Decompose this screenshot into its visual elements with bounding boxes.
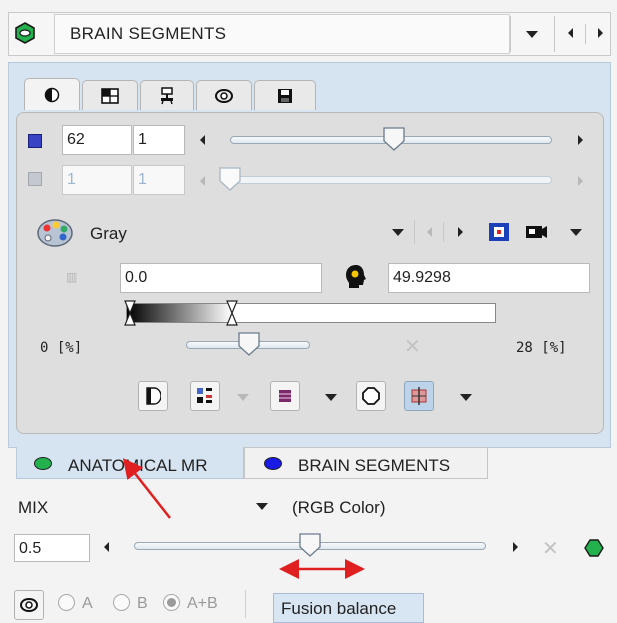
overlay-button[interactable] bbox=[270, 381, 300, 411]
grid-layout-button[interactable] bbox=[190, 381, 220, 411]
frame-step-field[interactable]: 1 bbox=[133, 165, 185, 195]
fusion-icon-button[interactable] bbox=[14, 590, 44, 620]
contrast-icon bbox=[44, 87, 60, 102]
radio-b[interactable] bbox=[113, 594, 130, 611]
green-hexagon-small-icon[interactable] bbox=[584, 539, 604, 557]
colorbar[interactable] bbox=[126, 303, 496, 323]
lower-threshold-icon: ▥ bbox=[66, 270, 77, 284]
reset-icon[interactable]: ✕ bbox=[404, 334, 421, 359]
fusion-mode-label[interactable]: MIX bbox=[18, 498, 48, 518]
max-percent-label: 28 [%] bbox=[516, 340, 567, 356]
contour-button[interactable] bbox=[356, 381, 386, 411]
frame-number-field[interactable]: 1 bbox=[62, 165, 132, 195]
layout-grid-icon bbox=[101, 87, 119, 104]
balance-reset-icon[interactable]: ✕ bbox=[542, 536, 559, 561]
min-percent-label: 0 [%] bbox=[40, 340, 83, 356]
overlay-icon bbox=[279, 390, 291, 402]
slice-number-field[interactable]: 62 bbox=[62, 125, 132, 155]
previous-arrow-icon[interactable] bbox=[568, 28, 573, 38]
colormap-next-icon[interactable] bbox=[458, 227, 463, 237]
next-arrow-icon[interactable] bbox=[598, 28, 603, 38]
radio-a-plus-b[interactable] bbox=[163, 594, 180, 611]
tab-layout[interactable] bbox=[82, 80, 138, 110]
slice-previous-arrow-icon[interactable] bbox=[200, 135, 205, 145]
radio-a-label: A bbox=[82, 595, 93, 612]
slice-slider-thumb[interactable] bbox=[383, 127, 405, 151]
fusion-color-label[interactable]: (RGB Color) bbox=[292, 498, 386, 518]
upper-threshold-field[interactable]: 49.9298 bbox=[388, 263, 590, 293]
dropdown-arrow-icon[interactable] bbox=[526, 31, 538, 38]
divider bbox=[245, 590, 246, 618]
radio-b-label: B bbox=[137, 595, 148, 612]
fusion-mode-dropdown-icon[interactable] bbox=[256, 503, 268, 510]
slice-icon bbox=[28, 134, 42, 148]
divider bbox=[554, 16, 555, 52]
camera-icon[interactable] bbox=[524, 222, 548, 242]
colormap-dropdown-icon[interactable] bbox=[392, 229, 404, 236]
tab-brain-segments-label: BRAIN SEGMENTS bbox=[298, 456, 451, 475]
divider bbox=[585, 24, 586, 44]
tools-icon bbox=[161, 86, 173, 104]
series-title: BRAIN SEGMENTS bbox=[70, 24, 227, 43]
fusion-icon bbox=[215, 88, 233, 103]
lower-threshold-field[interactable]: 0.0 bbox=[120, 263, 322, 293]
frame-next-arrow-icon[interactable] bbox=[578, 176, 583, 186]
display-mode-button[interactable] bbox=[138, 381, 168, 411]
octagon-icon bbox=[362, 387, 380, 405]
balance-next-icon[interactable] bbox=[513, 542, 518, 552]
divider bbox=[510, 16, 511, 52]
blue-oval-icon bbox=[264, 457, 282, 470]
radio-a[interactable] bbox=[58, 594, 75, 611]
divider bbox=[443, 222, 444, 242]
balance-previous-icon[interactable] bbox=[104, 542, 109, 552]
fusion-icon bbox=[20, 598, 38, 612]
frame-slider-thumb[interactable] bbox=[219, 167, 241, 191]
green-hexagon-icon[interactable] bbox=[14, 22, 36, 44]
half-contrast-icon bbox=[146, 387, 161, 405]
brightness-slider-thumb[interactable] bbox=[238, 332, 260, 356]
colorbar-upper-marker[interactable] bbox=[226, 300, 238, 326]
tab-anatomical-mr-label: ANATOMICAL MR bbox=[68, 456, 208, 475]
radio-ab-label: A+B bbox=[187, 595, 218, 612]
colorbar-lower-marker[interactable] bbox=[124, 300, 136, 326]
fusion-mode-button[interactable] bbox=[404, 381, 434, 411]
colormap-name[interactable]: Gray bbox=[90, 224, 127, 244]
head-icon[interactable] bbox=[344, 264, 368, 290]
tab-contrast[interactable] bbox=[24, 78, 80, 110]
fusion-balance-slider-thumb[interactable] bbox=[299, 533, 321, 557]
fusion-mode-dropdown-icon[interactable] bbox=[460, 394, 472, 401]
tab-tools[interactable] bbox=[140, 80, 194, 110]
overlay-dropdown-icon[interactable] bbox=[325, 394, 337, 401]
volume-icon bbox=[411, 387, 427, 405]
slice-step-field[interactable]: 1 bbox=[133, 125, 185, 155]
options-dropdown-icon[interactable] bbox=[570, 229, 582, 236]
divider bbox=[414, 220, 415, 244]
grid-icon bbox=[197, 388, 212, 403]
tab-fusion[interactable] bbox=[196, 80, 252, 110]
save-icon bbox=[278, 88, 292, 103]
frame-icon bbox=[28, 172, 42, 186]
slice-next-arrow-icon[interactable] bbox=[578, 135, 583, 145]
palette-icon[interactable] bbox=[36, 218, 74, 248]
colormap-previous-icon[interactable] bbox=[427, 227, 432, 237]
frame-previous-arrow-icon[interactable] bbox=[200, 176, 205, 186]
tab-save[interactable] bbox=[254, 80, 316, 110]
fusion-balance-tooltip: Fusion balance bbox=[273, 593, 424, 623]
fusion-balance-field[interactable]: 0.5 bbox=[14, 534, 90, 562]
frame-slider-track[interactable] bbox=[230, 176, 552, 184]
green-oval-icon bbox=[34, 457, 52, 470]
invert-colormap-icon[interactable] bbox=[488, 222, 510, 242]
grid-dropdown-icon[interactable] bbox=[237, 394, 249, 401]
